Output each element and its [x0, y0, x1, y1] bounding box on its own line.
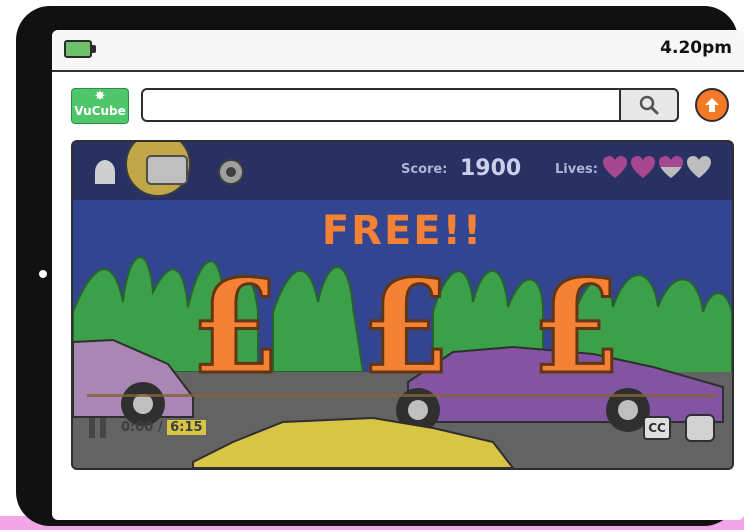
search-input[interactable]	[151, 94, 615, 118]
logo-text: VuCube	[74, 104, 126, 118]
search-icon	[639, 95, 659, 115]
camera-dot	[39, 270, 47, 278]
sun-icon: ✸	[94, 89, 106, 104]
clock: 4.20pm	[660, 38, 732, 58]
search-button[interactable]	[619, 88, 679, 122]
arrow-up-icon	[705, 98, 719, 112]
upload-button[interactable]	[695, 88, 729, 122]
video-player[interactable]: Score: 1900 Lives: FREE!! £ £ £ 0:00 / 6…	[71, 140, 734, 470]
tablet-frame: 4.20pm ✸ VuCube Score: 1900 Lives: FREE!…	[16, 6, 744, 526]
battery-icon	[64, 40, 96, 58]
search-bar[interactable]	[141, 88, 679, 122]
vucube-logo[interactable]: ✸ VuCube	[71, 88, 129, 124]
status-bar: 4.20pm	[52, 30, 744, 72]
video-overlay	[73, 142, 732, 468]
tablet-screen: 4.20pm ✸ VuCube Score: 1900 Lives: FREE!…	[52, 30, 744, 520]
